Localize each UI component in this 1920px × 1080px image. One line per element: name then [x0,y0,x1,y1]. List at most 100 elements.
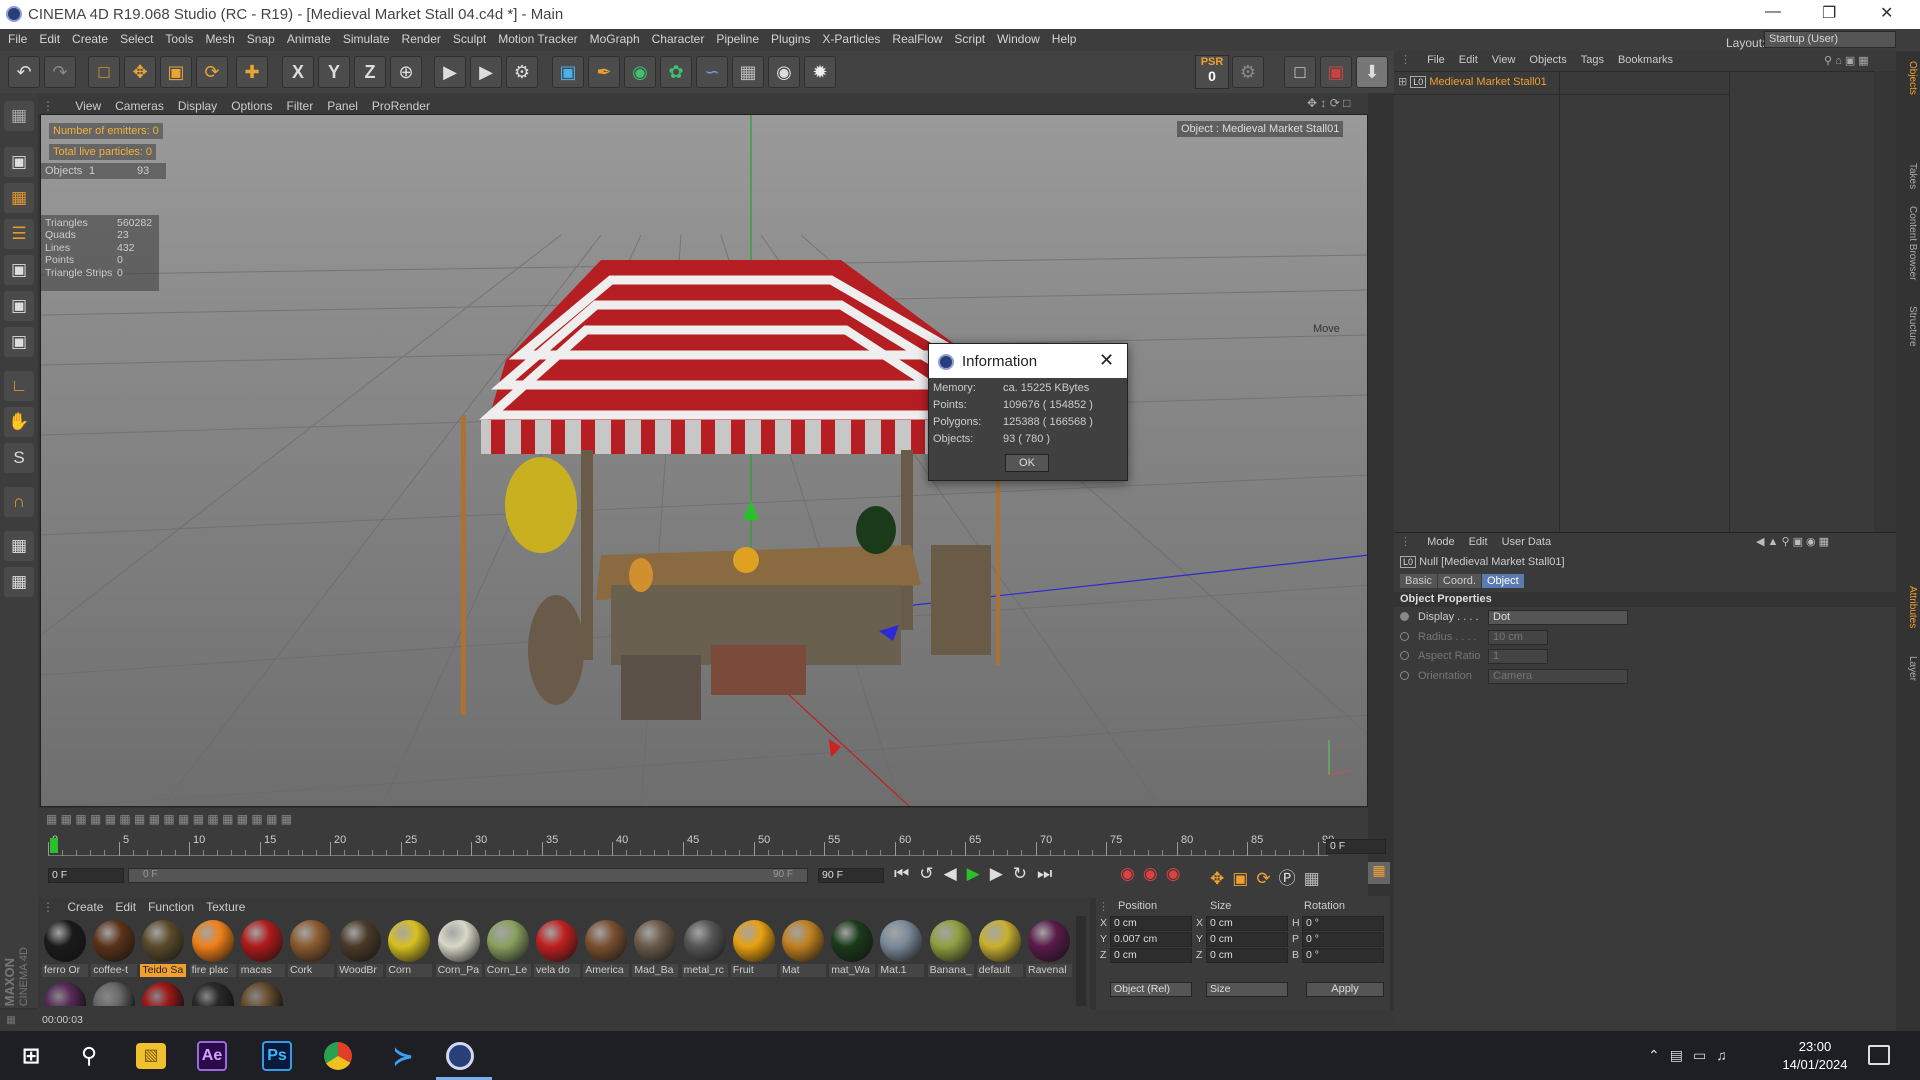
object-menu-file[interactable]: File [1420,51,1452,69]
light-icon[interactable]: ✹ [804,56,836,88]
menu-mesh[interactable]: Mesh [199,29,240,46]
menu-select[interactable]: Select [114,29,159,46]
windows-start-icon[interactable]: ⊞ [14,1039,48,1073]
right-tab-takes[interactable]: Takes [1898,163,1918,189]
material-swatch[interactable]: Corn_Le [484,920,531,978]
current-frame-field[interactable]: 0 F [1326,839,1386,854]
right-tab-attributes[interactable]: Attributes [1898,586,1918,628]
material-swatch[interactable]: default [976,920,1023,978]
render-settings-icon[interactable]: ⚙ [506,56,538,88]
menu-script[interactable]: Script [948,29,991,46]
range-slider[interactable]: 0 F 90 F [128,868,808,883]
object-menu-bookmarks[interactable]: Bookmarks [1611,51,1680,69]
material-swatch[interactable]: Corn [386,920,433,978]
tweak-mode-icon[interactable]: ✋ [4,407,34,437]
material-swatch[interactable]: mat_Wa [829,920,876,978]
key-position-icon[interactable]: ✥ [1210,869,1232,888]
material-swatch[interactable]: Banana_ [927,920,974,978]
menu-edit[interactable]: Edit [33,29,66,46]
right-tab-objects[interactable]: Objects [1898,61,1918,95]
viewport[interactable]: Number of emitters: 0 Total live particl… [40,114,1368,807]
model-mode-icon[interactable]: ▣ [4,147,34,177]
viewport-menu-panel[interactable]: Panel [320,96,365,116]
render-view-icon[interactable]: ▶ [434,56,466,88]
material-swatch[interactable]: Mad_Ba [632,920,679,978]
menu-mograph[interactable]: MoGraph [584,29,646,46]
axis-mode-icon[interactable]: ∟ [4,371,34,401]
attribute-tab-object[interactable]: Object [1481,574,1524,588]
layout-select[interactable]: Startup (User) [1764,31,1896,48]
goto-end-icon[interactable]: ⏭ [1037,864,1062,883]
object-name[interactable]: Medieval Market Stall01 [1429,76,1546,88]
attribute-value[interactable]: Camera [1488,668,1628,684]
material-swatch[interactable]: Corn_Pa [435,920,482,978]
menu-window[interactable]: Window [991,29,1046,46]
file-explorer-icon[interactable]: ▧ [136,1043,166,1069]
scale-tool-icon[interactable]: ▣ [160,56,192,88]
coord-mode-select[interactable]: Object (Rel) [1110,982,1192,997]
material-swatch[interactable]: Ravenal [1026,920,1072,978]
points-mode-icon[interactable]: ▣ [4,255,34,285]
attribute-value[interactable]: 1 [1488,649,1548,664]
timeline-ruler[interactable]: 051015202530354045505560657075808590 [48,834,1334,856]
render-picture-icon[interactable]: ▶ [470,56,502,88]
magnet-icon[interactable]: ∩ [4,487,34,517]
viewport-nav-icons[interactable]: ✥ ↕ ⟳ □ [1300,93,1357,113]
photoshop-icon[interactable]: Ps [262,1041,292,1071]
material-preview[interactable] [240,982,283,1006]
material-preview[interactable] [44,982,86,1006]
psr-indicator[interactable]: PSR 0 [1195,55,1229,89]
download-icon[interactable]: ⬇ [1356,56,1388,88]
attribute-value[interactable]: 10 cm [1488,629,1548,645]
animation-dot-icon[interactable] [1400,670,1409,680]
key-pla-icon[interactable]: ▦ [1304,869,1328,888]
right-tab-layer[interactable]: Layer [1898,656,1918,681]
record-icon[interactable]: ◉ [1120,864,1143,883]
attribute-tab-basic[interactable]: Basic [1400,574,1437,588]
viewport-menu-prorender[interactable]: ProRender [365,96,437,116]
size-field[interactable]: 0 cm [1206,948,1288,963]
scene-canvas[interactable] [41,115,1368,807]
grid-icon[interactable]: ▦ [4,531,34,561]
size-field[interactable]: 0 cm [1206,916,1288,931]
after-effects-icon[interactable]: Ae [197,1041,227,1071]
material-swatch[interactable]: ferro Or [42,920,88,978]
tray-chevron-icon[interactable]: ⌃ [1648,1047,1670,1063]
menu-pipeline[interactable]: Pipeline [710,29,765,46]
end-frame-field[interactable]: 90 F [818,868,884,883]
workplane-icon[interactable]: ▣ [1320,56,1352,88]
autokey-icon[interactable]: ◉ [1143,864,1166,883]
key-scale-icon[interactable]: ▣ [1232,869,1256,888]
animation-dot-icon[interactable] [1400,612,1409,621]
keyframe-help-icon[interactable]: ◉ [1166,864,1189,883]
snapping-icon[interactable]: S [4,443,34,473]
lock-workplane-icon[interactable]: ▦ [4,567,34,597]
material-swatch[interactable]: Teido Sa [140,920,187,978]
menu-x-particles[interactable]: X-Particles [816,29,886,46]
workplane-mode-icon[interactable]: ☰ [4,219,34,249]
material-swatch[interactable]: America [583,920,630,978]
camera-icon[interactable]: ◉ [768,56,800,88]
material-swatch[interactable]: Mat.1 [878,920,925,978]
ok-button[interactable]: OK [1005,454,1049,472]
right-tab-content-browser[interactable]: Content Browser [1898,206,1918,280]
play-icon[interactable]: ▶ [967,864,990,883]
material-swatch[interactable]: Cork [288,920,334,978]
material-preview[interactable] [93,982,136,1006]
material-menu-create[interactable]: Create [61,898,109,916]
timeline-layout-icon[interactable]: ▦ [1368,862,1390,884]
attribute-value[interactable]: Dot [1488,610,1628,625]
world-coords-icon[interactable]: ⊕ [390,56,422,88]
material-preview[interactable] [142,982,185,1006]
floor-icon[interactable]: ▦ [732,56,764,88]
object-manager-tools[interactable]: ⚲ ⌂ ▣ ▦ [1824,54,1869,67]
material-menu-function[interactable]: Function [142,898,200,916]
material-scrollbar[interactable] [1076,916,1086,1006]
menu-animate[interactable]: Animate [281,29,337,46]
rotation-field[interactable]: 0 ° [1302,932,1384,947]
right-tab-structure[interactable]: Structure [1898,306,1918,347]
snap-icon[interactable]: ⚙ [1232,56,1264,88]
goto-start-icon[interactable]: ⏮ [894,864,919,883]
close-icon[interactable]: ✕ [1880,3,1893,23]
display-icon[interactable]: ▭ [1693,1047,1716,1063]
